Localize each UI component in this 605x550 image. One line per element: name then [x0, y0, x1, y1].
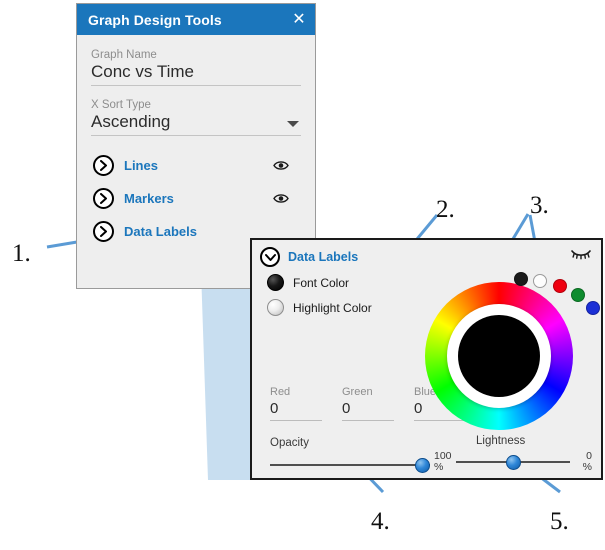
green-input[interactable]: 0 — [342, 400, 394, 421]
detail-panel-header[interactable]: Data Labels — [252, 244, 601, 270]
red-label: Red — [270, 386, 291, 398]
red-field[interactable]: Red 0 — [270, 386, 322, 421]
lightness-slider-handle[interactable] — [506, 455, 521, 470]
lightness-min-endcap: 100 % — [434, 451, 456, 473]
green-label: Green — [342, 386, 373, 398]
eye-closed-icon[interactable] — [570, 247, 592, 260]
lightness-control: Lightness 100 % 0 % — [434, 435, 592, 473]
sidebar-item-markers-label: Markers — [124, 191, 174, 206]
lightness-label: Lightness — [476, 435, 526, 447]
sidebar-item-data-labels-label: Data Labels — [124, 224, 197, 239]
swatch-white[interactable] — [533, 274, 547, 288]
eye-icon[interactable] — [273, 160, 289, 171]
x-sort-type-select[interactable]: Ascending — [91, 112, 301, 136]
data-labels-color-panel: Data Labels Font Color Highlight Color R… — [250, 238, 603, 480]
lightness-right-unit: % — [582, 461, 592, 473]
x-sort-type-field[interactable]: X Sort Type Ascending — [91, 99, 301, 136]
opacity-slider-handle[interactable] — [415, 458, 430, 473]
chevron-right-icon[interactable] — [93, 221, 114, 242]
sidebar-item-lines[interactable]: Lines — [91, 149, 301, 182]
swatch-green[interactable] — [571, 288, 585, 302]
x-sort-type-label: X Sort Type — [91, 99, 151, 111]
highlight-color-swatch-icon[interactable] — [267, 299, 284, 316]
opacity-label: Opacity — [270, 437, 309, 449]
chevron-right-icon[interactable] — [93, 155, 114, 176]
graph-name-value: Conc vs Time — [91, 62, 194, 81]
graph-name-label: Graph Name — [91, 49, 157, 61]
detail-panel-title: Data Labels — [288, 250, 359, 264]
green-field[interactable]: Green 0 — [342, 386, 394, 421]
swatch-black[interactable] — [514, 272, 528, 286]
chevron-down-icon[interactable] — [287, 121, 299, 127]
color-wheel[interactable] — [425, 282, 573, 430]
lightness-max-endcap: 0 % — [570, 451, 592, 473]
swatch-blue[interactable] — [586, 301, 600, 315]
font-color-label: Font Color — [293, 275, 350, 290]
lightness-left-unit: % — [434, 461, 444, 473]
lightness-slider-row: 100 % 0 % — [434, 451, 592, 473]
lightness-slider[interactable] — [456, 453, 570, 471]
dialog-title: Graph Design Tools — [88, 11, 222, 28]
graph-name-input[interactable]: Conc vs Time — [91, 62, 301, 86]
dialog-body: Graph Name Conc vs Time X Sort Type Asce… — [77, 35, 315, 248]
font-color-swatch-icon[interactable] — [267, 274, 284, 291]
chevron-down-icon[interactable] — [260, 247, 280, 267]
opacity-control: Opacity — [270, 437, 430, 474]
highlight-color-label: Highlight Color — [293, 300, 372, 315]
annotation-2: 2. — [436, 196, 455, 223]
sidebar-item-markers[interactable]: Markers — [91, 182, 301, 215]
chevron-right-icon[interactable] — [93, 188, 114, 209]
annotation-4: 4. — [371, 508, 390, 535]
dialog-titlebar: Graph Design Tools ✕ — [77, 4, 315, 35]
sidebar-item-lines-label: Lines — [124, 158, 158, 173]
annotation-3: 3. — [530, 192, 549, 219]
close-icon[interactable]: ✕ — [289, 10, 309, 30]
swatch-red[interactable] — [553, 279, 567, 293]
annotation-5: 5. — [550, 508, 569, 535]
red-input[interactable]: 0 — [270, 400, 322, 421]
current-color-preview — [458, 315, 540, 397]
eye-icon[interactable] — [273, 193, 289, 204]
opacity-slider[interactable] — [270, 456, 430, 474]
graph-name-field[interactable]: Graph Name Conc vs Time — [91, 49, 301, 86]
opacity-slider-track[interactable] — [270, 464, 430, 466]
x-sort-type-value: Ascending — [91, 112, 171, 131]
annotation-1: 1. — [12, 240, 31, 267]
